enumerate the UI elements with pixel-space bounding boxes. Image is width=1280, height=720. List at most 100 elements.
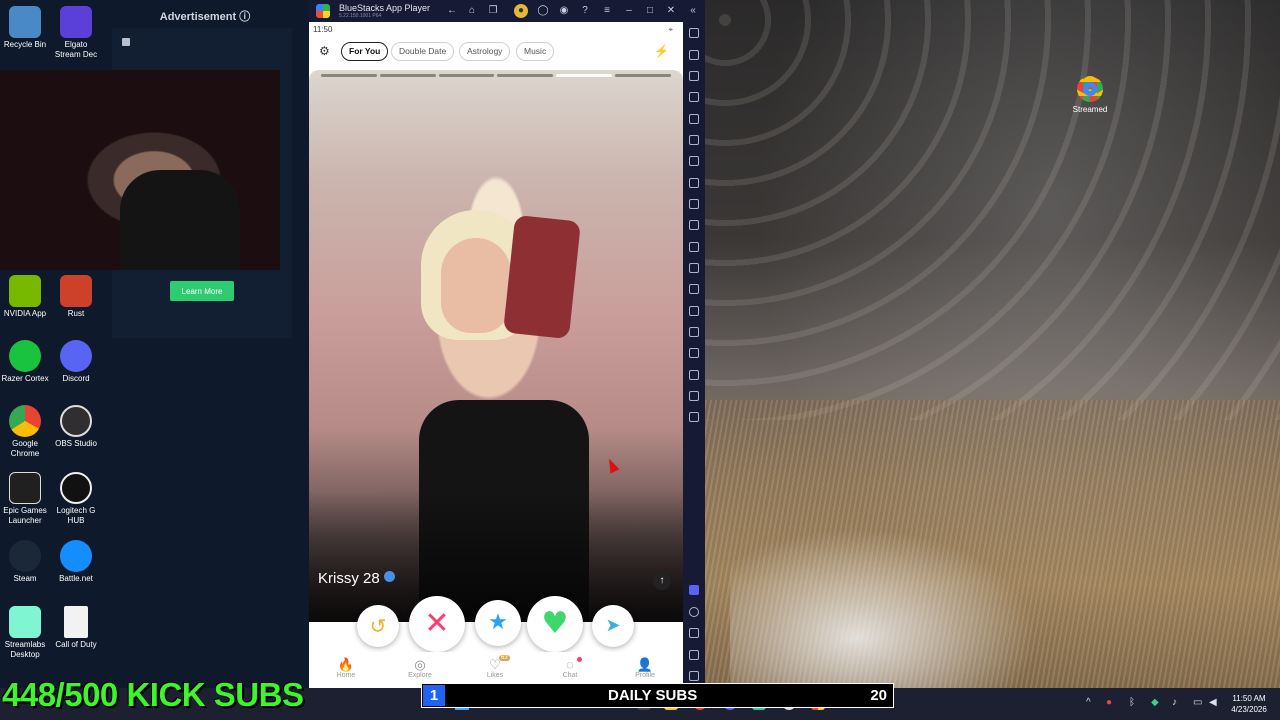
desktop-icon-battlenet[interactable]: Battle.net (52, 540, 100, 584)
wallpaper-smoke (730, 520, 1050, 688)
gallery-icon[interactable] (689, 263, 699, 273)
desktop-icon-nvidia[interactable]: NVIDIA App (1, 275, 49, 319)
nav-chat[interactable]: ◌ Chat (540, 657, 600, 679)
game-mode-icon[interactable]: ◉ (557, 4, 571, 18)
filter-tab-for-you[interactable]: For You (341, 42, 389, 61)
settings-icon[interactable] (689, 607, 699, 617)
network-icon[interactable]: ▭ (1193, 697, 1202, 708)
desktop-icon-recycle-bin[interactable]: Recycle Bin (1, 6, 49, 50)
wallpaper-crowd (705, 0, 1280, 420)
location-icon[interactable] (689, 284, 699, 294)
layers-icon[interactable] (689, 370, 699, 380)
boost-bolt-icon[interactable]: ⚡ (654, 44, 669, 58)
rotate-icon[interactable] (689, 114, 699, 124)
performance-icon[interactable] (689, 178, 699, 188)
collapse-sidebar-icon[interactable]: « (686, 4, 700, 18)
learn-more-button[interactable]: Learn More (170, 281, 234, 301)
desktop-icon-rust[interactable]: Rust (52, 275, 100, 319)
back-icon[interactable] (689, 628, 699, 638)
coin-icon[interactable]: ● (514, 4, 528, 18)
nav-home[interactable]: 🔥 Home (316, 658, 376, 680)
filter-tab-music[interactable]: Music (516, 42, 555, 61)
keyboard-icon[interactable] (689, 92, 699, 102)
daily-subs-bar: 1 DAILY SUBS 20 (421, 683, 894, 708)
desktop-icon-call-of-duty[interactable]: Call of Duty (52, 606, 100, 650)
timer-icon[interactable] (689, 391, 699, 401)
discord-icon[interactable] (689, 585, 699, 595)
like-button[interactable]: ♥ (527, 596, 583, 652)
volume-tray-icon[interactable]: ◀ (1209, 697, 1217, 708)
home-icon[interactable] (689, 650, 699, 660)
desktop-icon-label: Google Chrome (10, 439, 40, 458)
nope-button[interactable]: ✕ (409, 596, 465, 652)
filter-tab-double-date[interactable]: Double Date (391, 42, 455, 61)
desktop-icon-steam[interactable]: Steam (1, 540, 49, 584)
bluestacks-title: BlueStacks App Player (339, 3, 431, 13)
filter-settings-icon[interactable]: ⚙ (319, 45, 333, 57)
photo-progress-segment (321, 74, 377, 77)
bluestacks-version: 5.22.150.1001 P64 (339, 13, 382, 19)
desktop-icon-label: OBS Studio (55, 439, 97, 448)
rewind-button[interactable]: ↺ (357, 605, 399, 647)
multi-instance-icon[interactable]: ❐ (486, 4, 500, 18)
tray-shield-icon[interactable]: ◆ (1151, 697, 1159, 708)
account-icon[interactable]: ◯ (536, 4, 550, 18)
desktop-icon-razer-cortex[interactable]: Razer Cortex (1, 340, 49, 384)
chat-bubble-icon: ◌ (566, 657, 574, 672)
bluetooth-icon[interactable]: ᛒ (1129, 697, 1135, 708)
profile-info-button[interactable]: ↑ (653, 572, 671, 590)
profile-name-age: Krissy 28 (318, 570, 395, 587)
desktop-icon-label: Streamed (1072, 105, 1108, 114)
desktop-icon-streamed[interactable]: Streamed (1064, 76, 1116, 114)
help-icon[interactable]: ? (578, 4, 592, 18)
close-icon[interactable]: ✕ (664, 4, 678, 18)
boost-button[interactable]: ➤ (592, 605, 634, 647)
tray-app-icon[interactable]: ● (1106, 697, 1112, 708)
desktop-icon-chrome[interactable]: Google Chrome (1, 405, 49, 459)
macro-icon[interactable] (689, 156, 699, 166)
desktop-icon-label: Call of Duty (55, 640, 97, 649)
desktop-icon-logitech[interactable]: Logitech G HUB (52, 472, 100, 526)
pin-icon[interactable] (689, 348, 699, 358)
desktop-icon-obs[interactable]: OBS Studio (52, 405, 100, 449)
nav-explore[interactable]: ◎ Explore (390, 658, 450, 680)
desktop-icon-label: Rust (67, 309, 85, 318)
maximize-icon[interactable]: □ (643, 4, 657, 18)
sidebar-toggle-icon[interactable] (689, 412, 699, 422)
desktop-icon-epic-games[interactable]: Epic Games Launcher (1, 472, 49, 526)
home-icon[interactable]: ⌂ (465, 4, 479, 18)
nav-profile[interactable]: 👤 Profile (615, 658, 675, 680)
minimize-icon[interactable]: – (622, 4, 636, 18)
steam-icon (9, 540, 41, 572)
android-screen: 11:50 ⌖ ⚙ For You Double Date Astrology … (309, 22, 683, 688)
media-icon[interactable] (689, 71, 699, 81)
fullscreen-icon[interactable] (689, 28, 699, 38)
desktop-icon-label: NVIDIA App (3, 309, 47, 318)
microphone-icon[interactable]: ♪ (1172, 697, 1177, 708)
record-icon[interactable] (689, 220, 699, 230)
chrome-icon (9, 405, 41, 437)
shake-icon[interactable] (689, 242, 699, 252)
clock-time: 11:50 AM (1232, 694, 1266, 703)
ad-close-icon[interactable] (122, 38, 130, 46)
recents-icon[interactable] (689, 671, 699, 681)
eco-mode-icon[interactable] (689, 327, 699, 337)
desktop-icon-streamlabs[interactable]: Streamlabs Desktop (1, 606, 49, 660)
filter-tab-astrology[interactable]: Astrology (459, 42, 511, 61)
tray-overflow-icon[interactable]: ^ (1086, 697, 1091, 708)
profile-photo[interactable] (309, 70, 683, 622)
clock-date: 4/23/2026 (1231, 705, 1267, 714)
screenshot-icon[interactable] (689, 199, 699, 209)
back-icon[interactable]: ← (445, 4, 459, 18)
taskbar-clock[interactable]: 11:50 AM 4/23/2026 (1221, 693, 1277, 715)
sync-icon[interactable] (689, 135, 699, 145)
desktop-icon-label: Recycle Bin (3, 40, 47, 49)
super-like-button[interactable]: ★ (475, 600, 521, 646)
volume-icon[interactable] (689, 50, 699, 60)
desktop-icon-label: Elgato Stream Dec (54, 40, 98, 59)
menu-icon[interactable]: ≡ (600, 4, 614, 18)
desktop-icon-elgato[interactable]: Elgato Stream Dec (52, 6, 100, 60)
files-icon[interactable] (689, 306, 699, 316)
desktop-icon-discord[interactable]: Discord (52, 340, 100, 384)
nav-likes[interactable]: ♡ Likes 63 (465, 655, 525, 679)
